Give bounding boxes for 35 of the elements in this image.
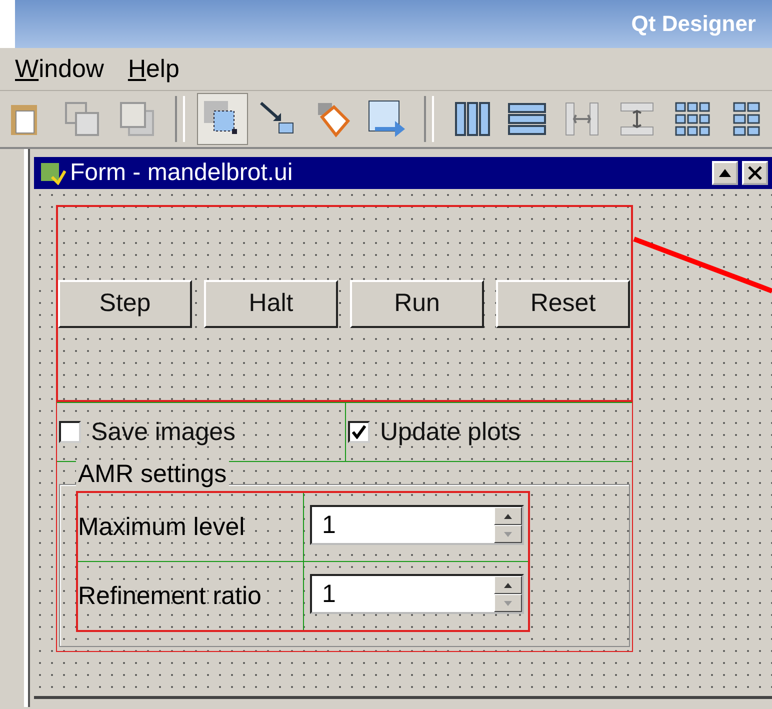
up-arrow-icon <box>504 514 512 518</box>
close-icon <box>748 166 762 180</box>
close-button[interactable] <box>742 161 768 185</box>
checkbox-label: Save images <box>91 418 236 446</box>
maximize-button[interactable] <box>712 161 738 185</box>
field-label: Refinement ratio <box>78 562 304 630</box>
checkbox[interactable] <box>59 421 81 443</box>
toolbar-handle[interactable] <box>424 96 434 142</box>
app-title: Qt Designer <box>631 11 756 37</box>
menu-item[interactable]: Help <box>128 54 180 84</box>
push-button[interactable]: Halt <box>204 280 338 328</box>
form-icon <box>40 161 66 185</box>
checkbox[interactable] <box>348 421 370 443</box>
tab-order-icon <box>366 99 407 139</box>
menu-item[interactable]: Window <box>15 54 104 84</box>
field-label: Maximum level <box>78 493 304 561</box>
down-arrow-icon <box>504 532 512 536</box>
down-arrow-icon <box>504 600 512 606</box>
up-arrow-icon <box>504 582 512 588</box>
check-icon <box>352 425 366 439</box>
toolbar-button[interactable] <box>196 93 248 145</box>
push-button[interactable]: Reset <box>496 280 630 328</box>
form-title: Form - mandelbrot.ui <box>70 159 294 187</box>
push-button[interactable]: Run <box>350 280 484 328</box>
spin-box[interactable]: 1 <box>310 505 524 545</box>
triangle-icon <box>719 169 731 177</box>
spin-box[interactable]: 1 <box>310 574 524 614</box>
push-button[interactable]: Step <box>58 280 192 328</box>
checkbox-label: Update plots <box>380 418 520 446</box>
step-up-button[interactable] <box>494 507 522 525</box>
step-down-button[interactable] <box>494 594 522 612</box>
toolbar-handle[interactable] <box>174 96 185 142</box>
step-down-button[interactable] <box>494 525 522 543</box>
step-up-button[interactable] <box>494 576 522 594</box>
group-title: AMR settings <box>76 460 229 489</box>
